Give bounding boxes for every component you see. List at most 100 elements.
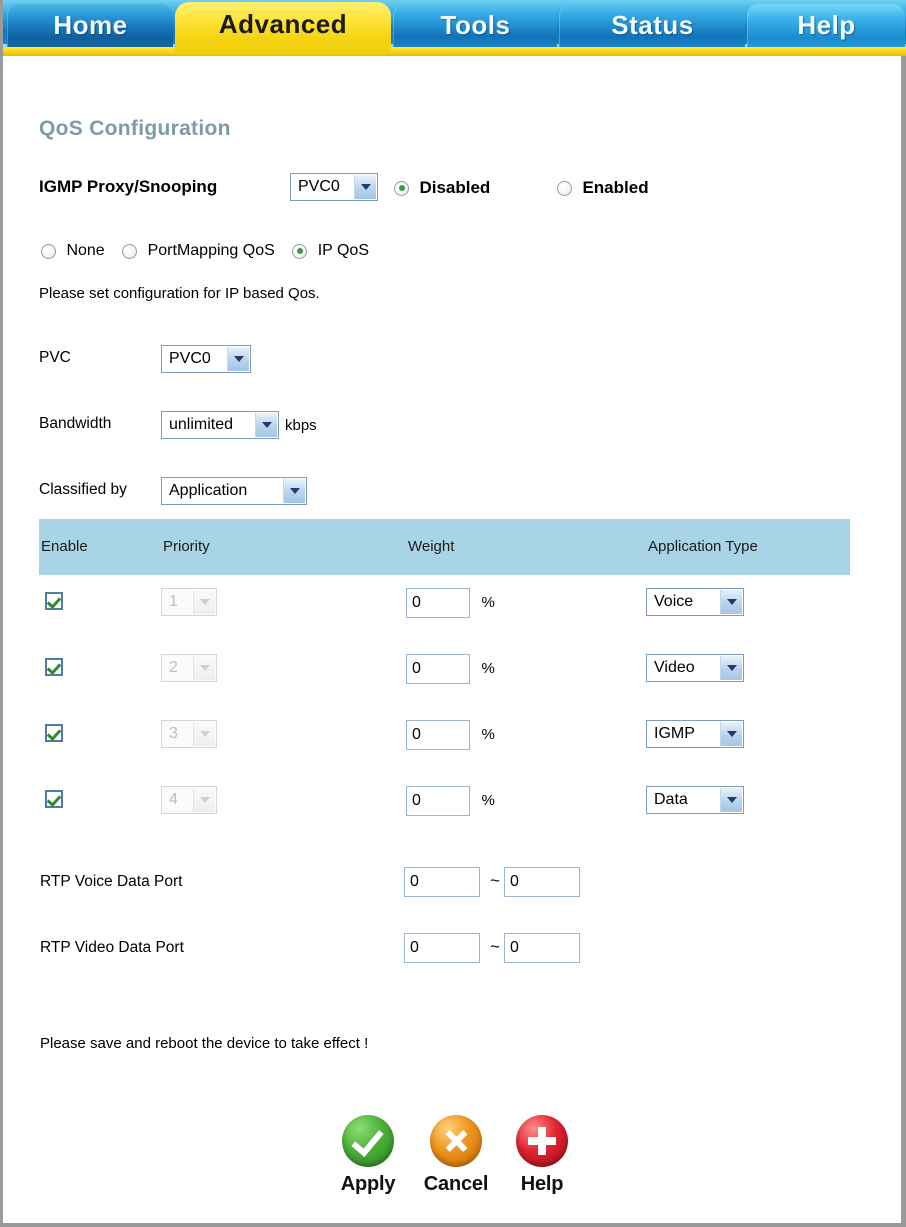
igmp-label: IGMP Proxy/Snooping [39, 177, 218, 196]
row-weight-cell: % [406, 720, 495, 750]
application-type-select-value: Data [654, 791, 688, 808]
action-button-bar: Apply Cancel Help [325, 1115, 585, 1215]
qos-mode-none-label: None [66, 242, 105, 259]
row-weight-cell: % [406, 654, 495, 684]
rtp-voice-data-port-row: RTP Voice Data Port ~ [40, 867, 640, 901]
weight-unit-label: % [481, 792, 495, 810]
chevron-down-icon [193, 590, 215, 614]
main-navigation-tabs: Home Advanced Tools Status Help [3, 0, 906, 56]
enable-checkbox[interactable] [45, 592, 63, 610]
page-title: QoS Configuration [39, 117, 231, 140]
application-type-select[interactable]: Data [646, 786, 744, 814]
radio-indicator-on [394, 180, 409, 196]
chevron-down-icon [193, 656, 215, 680]
igmp-proxy-snooping-row: IGMP Proxy/Snooping PVC0 Disabled Enable… [39, 173, 739, 205]
plus-circle-icon [516, 1115, 568, 1167]
igmp-radio-disabled-label: Disabled [419, 178, 491, 197]
row-enable-cell [45, 658, 63, 676]
row-enable-cell [45, 790, 63, 808]
rtp-voice-label: RTP Voice Data Port [40, 873, 183, 890]
weight-unit-label: % [481, 660, 495, 678]
qos-mode-portmapping[interactable]: PortMapping QoS [122, 242, 275, 260]
igmp-pvc-select[interactable]: PVC0 [290, 173, 378, 201]
weight-unit-label: % [481, 726, 495, 744]
chevron-down-icon [255, 413, 277, 437]
classified-by-label: Classified by [39, 481, 127, 498]
classified-by-select[interactable]: Application [161, 477, 307, 505]
table-row: 1 % Voice [39, 575, 850, 641]
application-type-select-value: Video [654, 659, 695, 676]
row-application-type-cell: Voice [646, 588, 744, 616]
column-header-priority: Priority [163, 538, 210, 555]
weight-input[interactable] [406, 720, 470, 750]
tab-advanced[interactable]: Advanced [175, 2, 391, 52]
qos-mode-portmapping-label: PortMapping QoS [147, 242, 275, 259]
rtp-voice-port-from-input[interactable] [404, 867, 480, 897]
radio-indicator-off [557, 180, 572, 196]
igmp-radio-enabled[interactable]: Enabled [557, 178, 649, 198]
check-circle-icon [342, 1115, 394, 1167]
igmp-radio-disabled[interactable]: Disabled [394, 178, 490, 198]
table-row: 2 % Video [39, 641, 850, 707]
application-type-select[interactable]: Video [646, 654, 744, 682]
bandwidth-select[interactable]: unlimited [161, 411, 279, 439]
weight-input[interactable] [406, 654, 470, 684]
apply-button[interactable]: Apply [325, 1115, 411, 1196]
qos-mode-none[interactable]: None [41, 242, 105, 260]
radio-indicator-off [41, 243, 56, 259]
chevron-down-icon [354, 175, 376, 199]
rtp-video-data-port-row: RTP Video Data Port ~ [40, 933, 640, 967]
weight-input[interactable] [406, 786, 470, 816]
row-priority-cell: 1 [161, 588, 217, 616]
chevron-down-icon [720, 722, 742, 746]
rtp-video-port-to-input[interactable] [504, 933, 580, 963]
radio-indicator-on [292, 243, 308, 259]
qos-mode-radio-group: None PortMapping QoS IP QoS [41, 242, 382, 260]
bandwidth-label: Bandwidth [39, 415, 112, 432]
weight-unit-label: % [481, 594, 495, 612]
tab-home[interactable]: Home [7, 4, 173, 48]
row-enable-cell [45, 592, 63, 610]
pvc-select[interactable]: PVC0 [161, 345, 251, 373]
help-button-label: Help [520, 1173, 564, 1195]
application-type-select[interactable]: IGMP [646, 720, 744, 748]
table-row: 4 % Data [39, 773, 850, 839]
priority-select-value: 2 [169, 659, 178, 676]
pvc-select-value: PVC0 [169, 350, 211, 367]
row-priority-cell: 2 [161, 654, 217, 682]
rtp-video-label: RTP Video Data Port [40, 939, 184, 956]
weight-input[interactable] [406, 588, 470, 618]
priority-select: 4 [161, 786, 217, 814]
pvc-label: PVC [39, 349, 71, 366]
qos-mode-ipqos-label: IP QoS [317, 242, 369, 259]
enable-checkbox[interactable] [45, 790, 63, 808]
rtp-video-range-separator: ~ [490, 937, 500, 956]
tab-status[interactable]: Status [559, 4, 745, 48]
rtp-voice-port-to-input[interactable] [504, 867, 580, 897]
igmp-radio-enabled-label: Enabled [582, 178, 649, 197]
application-type-select[interactable]: Voice [646, 588, 744, 616]
chevron-down-icon [720, 788, 742, 812]
application-type-select-value: Voice [654, 593, 694, 610]
qos-priority-table: Enable Priority Weight Application Type … [39, 519, 850, 839]
chevron-down-icon [193, 722, 215, 746]
chevron-down-icon [283, 479, 305, 503]
enable-checkbox[interactable] [45, 658, 63, 676]
tab-help[interactable]: Help [747, 4, 905, 48]
priority-select-value: 3 [169, 725, 178, 742]
help-button[interactable]: Help [499, 1115, 585, 1196]
cancel-button-label: Cancel [423, 1173, 489, 1195]
row-priority-cell: 4 [161, 786, 217, 814]
row-application-type-cell: IGMP [646, 720, 744, 748]
qos-mode-ipqos[interactable]: IP QoS [292, 242, 369, 260]
chevron-down-icon [193, 788, 215, 812]
column-header-enable: Enable [41, 538, 88, 555]
priority-select-value: 1 [169, 593, 178, 610]
chevron-down-icon [720, 656, 742, 680]
cancel-button[interactable]: Cancel [413, 1115, 499, 1196]
enable-checkbox[interactable] [45, 724, 63, 742]
rtp-video-port-from-input[interactable] [404, 933, 480, 963]
tab-tools[interactable]: Tools [393, 4, 557, 48]
application-type-select-value: IGMP [654, 725, 695, 742]
row-enable-cell [45, 724, 63, 742]
